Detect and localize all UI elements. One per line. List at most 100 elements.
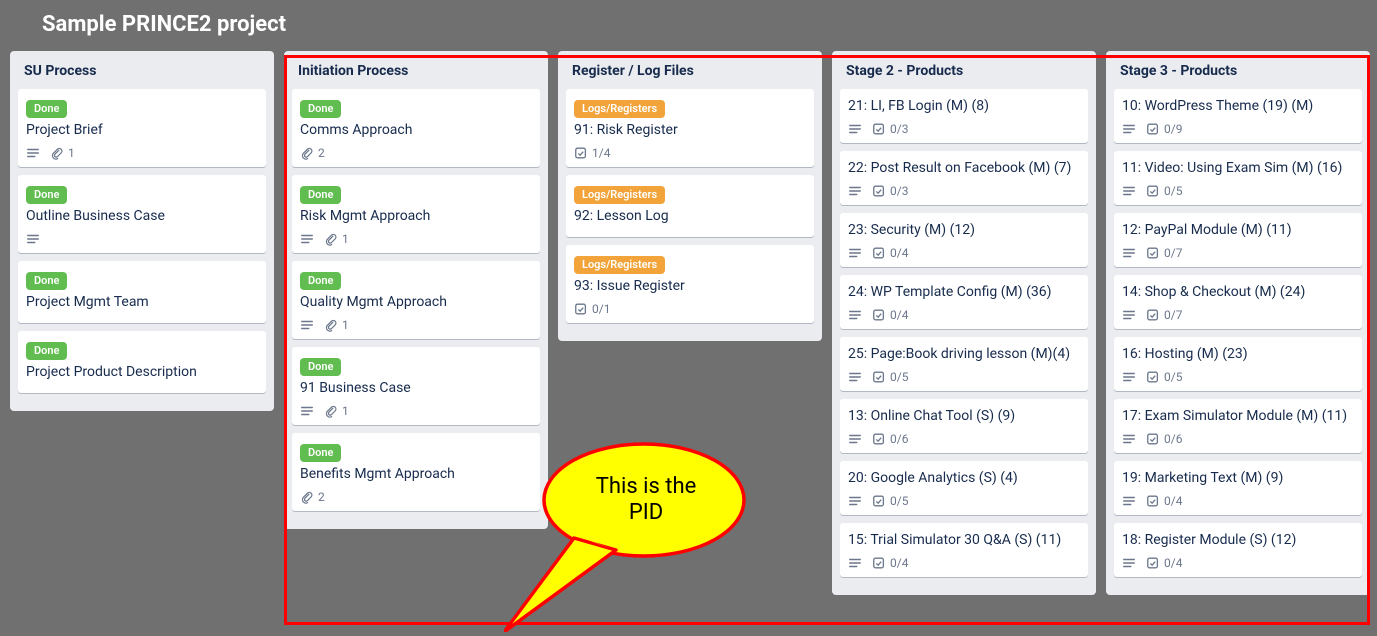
- card-title: 11: Video: Using Exam Sim (M) (16): [1122, 159, 1354, 177]
- badge-checklist-count: 0/4: [1164, 494, 1182, 508]
- label-logs[interactable]: Logs/Registers: [574, 256, 665, 274]
- list-title[interactable]: Stage 2 - Products: [840, 59, 1088, 89]
- checklist-icon: [872, 184, 886, 198]
- label-done[interactable]: Done: [26, 272, 67, 290]
- card[interactable]: 14: Shop & Checkout (M) (24)0/7: [1114, 275, 1362, 329]
- badge-checklist: 0/4: [872, 308, 908, 322]
- badge-checklist-count: 0/3: [890, 122, 908, 136]
- label-logs[interactable]: Logs/Registers: [574, 186, 665, 204]
- card[interactable]: DoneQuality Mgmt Approach1: [292, 261, 540, 339]
- card[interactable]: Done 91 Business Case 1: [292, 347, 540, 425]
- card[interactable]: 25: Page:Book driving lesson (M)(4)0/5: [840, 337, 1088, 391]
- card-title: 13: Online Chat Tool (S) (9): [848, 407, 1080, 425]
- badge-checklist: 0/3: [872, 184, 908, 198]
- card[interactable]: 23: Security (M) (12)0/4: [840, 213, 1088, 267]
- card[interactable]: 21: LI, FB Login (M) (8) 0/3: [840, 89, 1088, 143]
- card-badges: 0/1: [574, 301, 806, 317]
- checklist-icon: [574, 146, 588, 160]
- card[interactable]: 16: Hosting (M) (23)0/5: [1114, 337, 1362, 391]
- card[interactable]: 24: WP Template Config (M) (36)0/4: [840, 275, 1088, 329]
- list[interactable]: Stage 3 - Products10: WordPress Theme (1…: [1106, 51, 1370, 595]
- card[interactable]: Logs/Registers92: Lesson Log: [566, 175, 814, 237]
- card-badges: 0/5: [1122, 369, 1354, 385]
- badge-description: [1122, 494, 1136, 508]
- list-title[interactable]: Stage 3 - Products: [1114, 59, 1362, 89]
- description-icon: [300, 318, 314, 332]
- badge-attachments: 1: [324, 404, 349, 418]
- card-title: 23: Security (M) (12): [848, 221, 1080, 239]
- card-title: 21: LI, FB Login (M) (8): [848, 97, 1080, 115]
- checklist-icon: [574, 302, 588, 316]
- badge-description: [1122, 122, 1136, 136]
- badge-description: [848, 556, 862, 570]
- card[interactable]: Logs/Registers93: Issue Register0/1: [566, 245, 814, 323]
- description-icon: [1122, 184, 1136, 198]
- list[interactable]: SU ProcessDoneProject Brief1 DoneOutline …: [10, 51, 274, 411]
- badge-description: [26, 232, 40, 246]
- checklist-icon: [1146, 370, 1160, 384]
- badge-checklist: 0/4: [1146, 556, 1182, 570]
- card[interactable]: Logs/Registers91: Risk Register1/4: [566, 89, 814, 167]
- card-title: Project Mgmt Team: [26, 293, 258, 311]
- label-done[interactable]: Done: [26, 100, 67, 118]
- card[interactable]: 20: Google Analytics (S) (4)0/5: [840, 461, 1088, 515]
- label-done[interactable]: Done: [300, 100, 341, 118]
- card[interactable]: 15: Trial Simulator 30 Q&A (S) (11)0/4: [840, 523, 1088, 577]
- card[interactable]: DoneProject Product Description: [18, 331, 266, 393]
- badge-checklist-count: 0/9: [1164, 122, 1182, 136]
- badge-checklist: 0/3: [872, 122, 908, 136]
- card[interactable]: 19: Marketing Text (M) (9) 0/4: [1114, 461, 1362, 515]
- badge-checklist: 0/7: [1146, 308, 1182, 322]
- description-icon: [1122, 122, 1136, 136]
- list[interactable]: Stage 2 - Products21: LI, FB Login (M) (…: [832, 51, 1096, 595]
- card[interactable]: DoneOutline Business Case: [18, 175, 266, 253]
- card[interactable]: 10: WordPress Theme (19) (M) 0/9: [1114, 89, 1362, 143]
- label-done[interactable]: Done: [26, 186, 67, 204]
- card[interactable]: 12: PayPal Module (M) (11)0/7: [1114, 213, 1362, 267]
- card[interactable]: DoneBenefits Mgmt Approach2: [292, 433, 540, 511]
- badge-checklist-count: 0/5: [1164, 370, 1182, 384]
- card[interactable]: DoneComms Approach2: [292, 89, 540, 167]
- card-badges: 0/7: [1122, 307, 1354, 323]
- badge-checklist-count: 0/4: [890, 556, 908, 570]
- badge-attachments: 2: [300, 490, 325, 504]
- label-done[interactable]: Done: [26, 342, 67, 360]
- card-title: 91 Business Case: [300, 379, 532, 397]
- card-title: 12: PayPal Module (M) (11): [1122, 221, 1354, 239]
- badge-description: [1122, 184, 1136, 198]
- list[interactable]: Initiation ProcessDoneComms Approach2Don…: [284, 51, 548, 529]
- badge-description: [848, 122, 862, 136]
- list[interactable]: Register / Log FilesLogs/Registers91: Ri…: [558, 51, 822, 341]
- label-done[interactable]: Done: [300, 358, 341, 376]
- card-title: 10: WordPress Theme (19) (M): [1122, 97, 1354, 115]
- badge-description: [848, 308, 862, 322]
- card[interactable]: DoneRisk Mgmt Approach1: [292, 175, 540, 253]
- card[interactable]: 11: Video: Using Exam Sim (M) (16)0/5: [1114, 151, 1362, 205]
- description-icon: [848, 246, 862, 260]
- label-logs[interactable]: Logs/Registers: [574, 100, 665, 118]
- label-done[interactable]: Done: [300, 186, 341, 204]
- badge-checklist: 1/4: [574, 146, 610, 160]
- card[interactable]: 17: Exam Simulator Module (M) (11)0/6: [1114, 399, 1362, 453]
- card-title: 18: Register Module (S) (12): [1122, 531, 1354, 549]
- badge-description: [1122, 556, 1136, 570]
- card-badges: 0/4: [1122, 493, 1354, 509]
- list-title[interactable]: Register / Log Files: [566, 59, 814, 89]
- badge-description: [26, 146, 40, 160]
- list-title[interactable]: Initiation Process: [292, 59, 540, 89]
- card-badges: 2: [300, 489, 532, 505]
- label-done[interactable]: Done: [300, 272, 341, 290]
- card[interactable]: 18: Register Module (S) (12) 0/4: [1114, 523, 1362, 577]
- card[interactable]: DoneProject Brief1: [18, 89, 266, 167]
- card[interactable]: 13: Online Chat Tool (S) (9)0/6: [840, 399, 1088, 453]
- badge-description: [300, 232, 314, 246]
- badge-checklist-count: 1/4: [592, 146, 610, 160]
- badge-description: [1122, 246, 1136, 260]
- card-title: 19: Marketing Text (M) (9): [1122, 469, 1354, 487]
- label-done[interactable]: Done: [300, 444, 341, 462]
- card-badges: 0/6: [1122, 431, 1354, 447]
- list-title[interactable]: SU Process: [18, 59, 266, 89]
- card[interactable]: 22: Post Result on Facebook (M) (7)0/3: [840, 151, 1088, 205]
- checklist-icon: [872, 122, 886, 136]
- card[interactable]: Done Project Mgmt Team: [18, 261, 266, 323]
